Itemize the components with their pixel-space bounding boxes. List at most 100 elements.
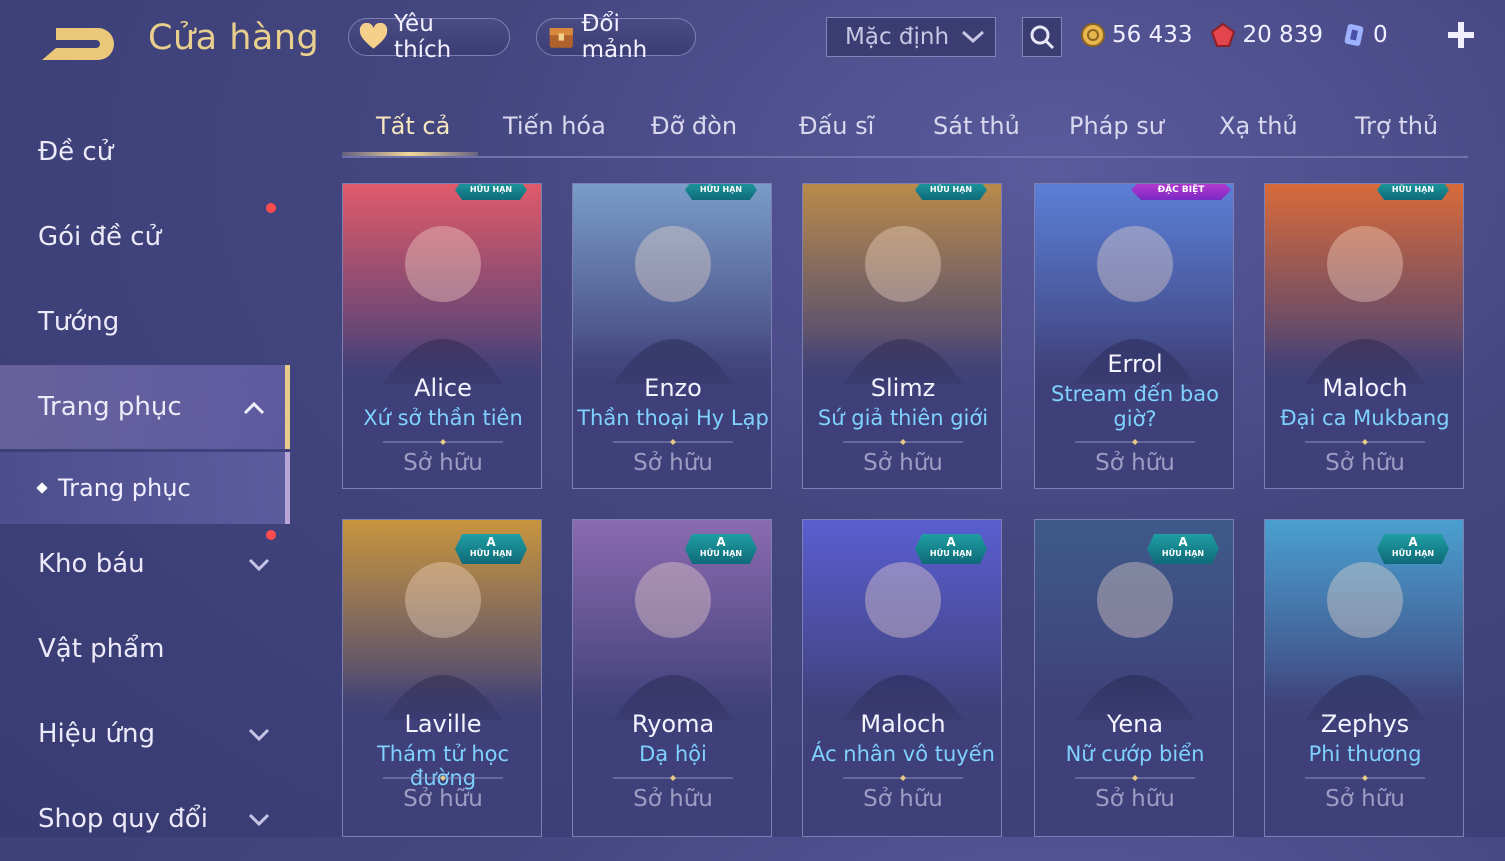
badge-label: HỮU HẠN [929,185,973,194]
limited-badge: HỮU HẠN [1377,184,1449,200]
sidebar-item-label: Đề cử [38,137,114,167]
tab-assassin[interactable]: Sát thủ [933,112,1020,140]
badge-label: HỮU HẠN [1391,185,1435,194]
badge-label: HỮU HẠN [699,185,743,194]
sidebar-item-exchange-shop[interactable]: Shop quy đổi [0,777,290,861]
hero-name: Ryoma [631,710,715,738]
ticket-value: 0 [1372,22,1388,48]
hero-name: Laville [404,710,482,738]
favorite-button[interactable]: Yêu thích [348,11,510,63]
divider-ornament [843,439,963,445]
tab-tank[interactable]: Đỡ đòn [651,112,737,140]
voucher-value: 20 839 [1242,22,1323,48]
limited-badge: A HỮU HẠN [1377,534,1449,564]
skin-name: Phi thương [1308,742,1422,766]
shard-exchange-button[interactable]: Đổi mảnh [536,11,696,63]
chevron-up-icon [243,401,265,415]
limited-badge: A HỮU HẠN [685,534,757,564]
sidebar-item-effects[interactable]: Hiệu ứng [0,692,290,776]
hero-name: Yena [1106,710,1164,738]
sidebar-item-label: Shop quy đổi [38,804,208,834]
limited-badge: HỮU HẠN [455,184,527,200]
divider-ornament [843,775,963,781]
owned-status: Sở hữu [1095,450,1175,476]
skin-card[interactable]: A HỮU HẠN Yena Nữ cướp biển Sở hữu [1034,519,1234,837]
tab-marksman[interactable]: Xạ thủ [1219,112,1298,140]
sidebar-item-label: Vật phẩm [38,634,165,664]
sidebar-subitem-skins[interactable]: Trang phục [0,452,290,524]
divider-ornament [1075,439,1195,445]
tab-evolution[interactable]: Tiến hóa [503,112,606,140]
owned-status: Sở hữu [633,450,713,476]
sort-value: Mặc định [845,24,950,50]
owned-status: Sở hữu [1325,786,1405,812]
divider-ornament [383,775,503,781]
skin-card[interactable]: A HỮU HẠN Ryoma Dạ hội Sở hữu [572,519,772,837]
sidebar-item-bundles[interactable]: Gói đề cử [0,195,290,279]
limited-badge: HỮU HẠN [915,184,987,200]
skin-card[interactable]: HỮU HẠN Maloch Đại ca Mukbang Sở hữu [1264,183,1464,489]
sort-dropdown[interactable]: Mặc định [826,17,996,57]
rank-label: A [946,535,956,549]
sidebar-item-heroes[interactable]: Tướng [0,280,290,364]
skin-name: Thần thoại Hy Lạp [577,406,769,430]
badge-label: HỮU HẠN [929,549,973,558]
notification-dot [266,203,276,213]
plus-icon[interactable] [1444,18,1478,52]
skin-name: Đại ca Mukbang [1280,406,1450,430]
gold-balance: 56 433 [1080,22,1192,48]
search-button[interactable] [1022,17,1062,57]
skin-card[interactable]: ĐẶC BIỆT Errol Stream đến bao giờ? Sở hữu [1034,183,1234,489]
skin-card[interactable]: HỮU HẠN Alice Xứ sở thần tiên Sở hữu [342,183,542,489]
sidebar-item-label: Trang phục [38,392,182,422]
tab-mage[interactable]: Pháp sư [1069,112,1164,140]
divider-ornament [1305,439,1425,445]
shard-label: Đổi mảnh [581,11,648,63]
badge-label: ĐẶC BIỆT [1157,185,1205,195]
category-tabs: Tất cả Tiến hóa Đỡ đòn Đấu sĩ Sát thủ Ph… [342,100,1468,158]
badge-label: HỮU HẠN [1161,549,1205,558]
favorite-label: Yêu thích [394,11,452,63]
skin-card[interactable]: AHỮU HẠN Laville Thám tử học đườngSở hữu [342,519,542,837]
owned-status: Sở hữu [403,786,483,812]
rank-label: A [716,535,726,549]
search-icon [1030,25,1055,50]
hero-name: Zephys [1320,710,1410,738]
tab-support[interactable]: Trợ thủ [1355,112,1438,140]
badge-label: HỮU HẠN [469,185,513,194]
hero-name: Maloch [1322,374,1408,402]
sidebar-item-label: Tướng [38,307,120,337]
divider-ornament [1305,775,1425,781]
chest-icon [549,28,573,48]
sidebar-item-skins[interactable]: Trang phục [0,365,290,449]
back-arrow-icon[interactable] [36,22,118,64]
chevron-down-icon [248,813,270,827]
limited-badge: A HỮU HẠN [455,534,527,564]
skin-name: Xứ sở thần tiên [363,406,523,430]
sidebar-item-items[interactable]: Vật phẩm [0,607,290,691]
skin-card[interactable]: HỮU HẠN Slimz Sứ giả thiên giới Sở hữu [802,183,1002,489]
heart-icon [359,23,388,49]
limited-badge: A HỮU HẠN [1147,534,1219,564]
hero-name: Errol [1107,350,1163,378]
skin-card[interactable]: HỮU HẠN Enzo Thần thoại Hy Lạp Sở hữu [572,183,772,489]
red-gem-icon [1211,22,1236,47]
limited-badge: A HỮU HẠN [915,534,987,564]
sidebar-item-treasure[interactable]: Kho báu [0,522,290,606]
chevron-down-icon [961,30,985,44]
badge-label: HỮU HẠN [699,549,743,558]
limited-badge: HỮU HẠN [685,184,757,200]
rank-label: A [1408,535,1418,549]
divider-ornament [613,775,733,781]
owned-status: Sở hữu [1095,786,1175,812]
tab-fighter[interactable]: Đấu sĩ [799,112,874,140]
skin-card[interactable]: A HỮU HẠN Maloch Ác nhân vô tuyến Sở hữu [802,519,1002,837]
tab-all[interactable]: Tất cả [376,112,450,140]
skin-card[interactable]: A HỮU HẠN Zephys Phi thương Sở hữu [1264,519,1464,837]
divider-ornament [1075,775,1195,781]
active-tab-indicator [342,152,478,156]
sidebar-item-label: Kho báu [38,549,145,579]
sidebar-item-recommended[interactable]: Đề cử [0,110,290,194]
owned-status: Sở hữu [863,786,943,812]
rank-label: A [1178,535,1188,549]
